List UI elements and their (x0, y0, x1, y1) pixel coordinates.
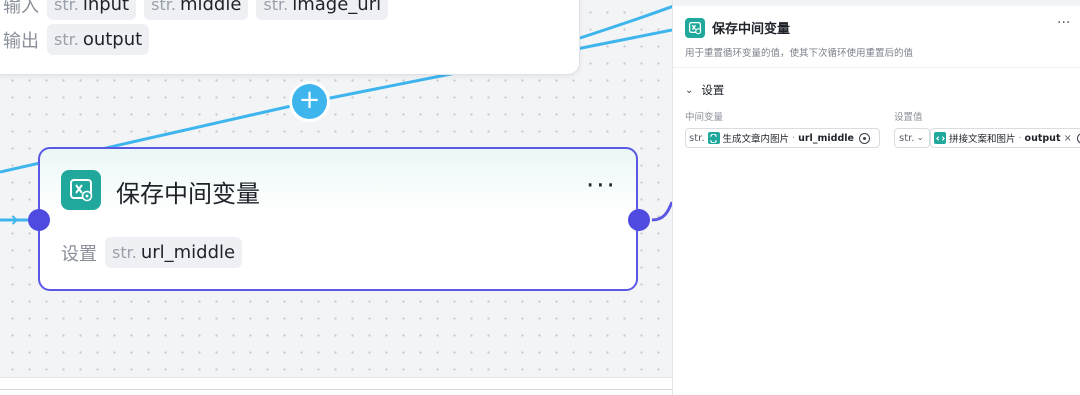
variable-name: output (1024, 132, 1061, 144)
workflow-canvas[interactable]: 输入 str. input str. middle str. image_url… (0, 0, 672, 395)
output-port[interactable] (628, 209, 650, 231)
more-icon[interactable]: ··· (586, 171, 617, 201)
variable-node-icon (685, 18, 705, 38)
section-title: 设置 (701, 83, 725, 97)
chevron-down-icon: ⌄ (916, 133, 925, 143)
separator: · (792, 132, 796, 144)
url-middle-chip: str. url_middle (105, 237, 243, 268)
settings-section-toggle[interactable]: ⌄ 设置 (685, 82, 724, 98)
type-label: str. (689, 132, 705, 144)
input-chip: str. input (47, 0, 137, 20)
output-label: 输出 (3, 30, 39, 52)
variable-name: url_middle (798, 132, 854, 144)
setting-row: 设置 str. url_middle (61, 237, 243, 268)
column-label-variable: 中间变量 (685, 112, 724, 123)
edge-out (651, 201, 672, 222)
chevron-down-icon: ⌄ (685, 84, 694, 96)
input-row: 输入 str. input str. middle str. image_url (3, 0, 389, 20)
type-select[interactable]: str. ⌄ (894, 128, 930, 148)
add-node-button[interactable]: + (292, 84, 327, 119)
setting-label: 设置 (61, 243, 97, 265)
panel-title: 保存中间变量 (712, 22, 791, 37)
loop-node-card[interactable]: 输入 str. input str. middle str. image_url… (0, 0, 580, 75)
input-label: 输入 (3, 0, 39, 17)
arrow-right-icon: → (0, 208, 19, 233)
separator: · (1018, 132, 1022, 144)
code-node-icon (934, 132, 946, 144)
column-label-value: 设置值 (894, 112, 923, 123)
panel-description: 用于重置循环变量的值，使其下次循环使用重置后的值 (685, 48, 914, 59)
output-row: 输出 str. output (3, 24, 150, 55)
input-port[interactable] (28, 209, 50, 231)
save-variable-node[interactable]: 保存中间变量 ··· 设置 str. url_middle (38, 147, 638, 291)
source-node-name: 生成文章内图片 (722, 134, 790, 145)
variable-selector[interactable]: str. 生成文章内图片 · url_middle (685, 128, 880, 148)
panel-header: 保存中间变量 ··· 用于重置循环变量的值，使其下次循环使用重置后的值 (673, 6, 1080, 68)
canvas-footer (0, 377, 672, 395)
source-node-name: 拼接文案和图片 (949, 134, 1016, 145)
type-label: str. (899, 132, 915, 144)
more-icon[interactable]: ··· (1057, 15, 1070, 31)
close-icon[interactable]: × (1063, 133, 1071, 144)
divider (0, 389, 672, 390)
output-chip: str. output (47, 24, 150, 55)
node-settings-panel: 保存中间变量 ··· 用于重置循环变量的值，使其下次循环使用重置后的值 ⌄ 设置… (672, 0, 1080, 395)
loop-node-icon (707, 132, 720, 144)
node-title: 保存中间变量 (116, 180, 260, 208)
middle-chip: str. middle (144, 0, 249, 20)
clock-icon[interactable] (858, 132, 870, 144)
value-selector[interactable]: 拼接文案和图片 · output × (930, 128, 1080, 148)
variable-node-icon (61, 170, 101, 210)
image-url-chip: str. image_url (256, 0, 389, 20)
